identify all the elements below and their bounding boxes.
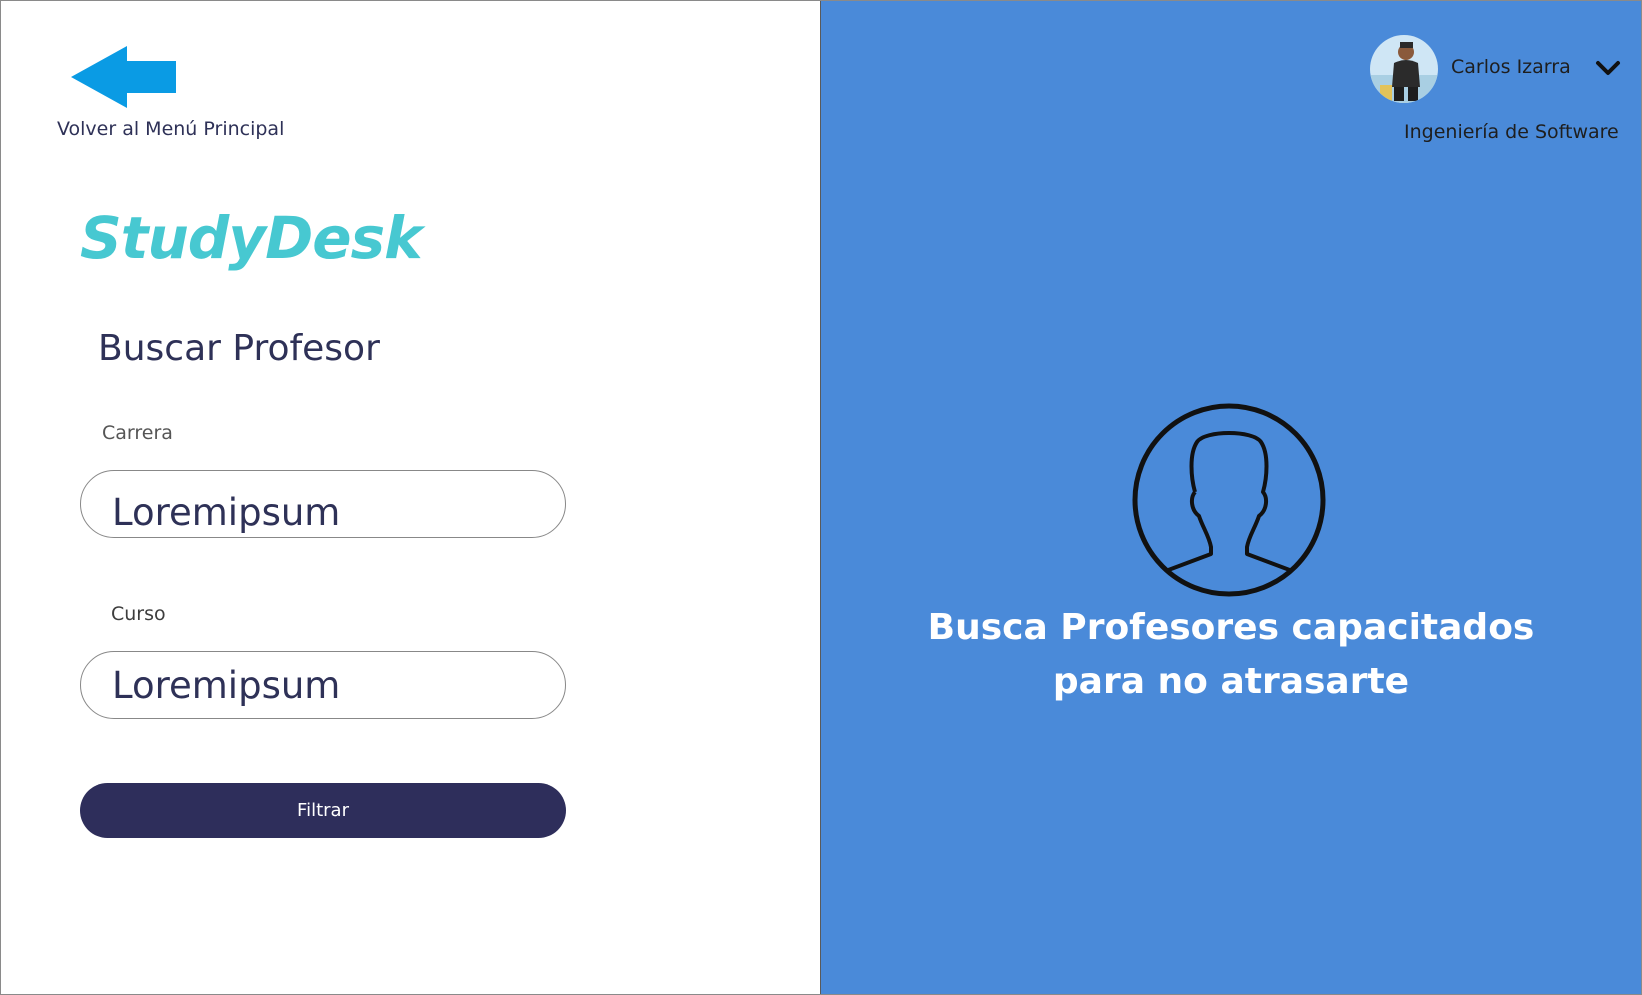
career-label: Carrera: [102, 422, 173, 444]
promo-tagline-line-2: para no atrasarte: [1052, 661, 1410, 702]
brand-logo: StudyDesk: [80, 204, 423, 272]
user-circle-icon: [1132, 403, 1326, 597]
user-photo: [1370, 35, 1438, 103]
promo-panel: Carlos Izarra Ingeniería de Software Bus…: [820, 1, 1641, 994]
user-program: Ingeniería de Software: [1404, 121, 1619, 143]
user-name[interactable]: Carlos Izarra: [1451, 56, 1571, 78]
arrow-left-icon[interactable]: [71, 46, 183, 108]
user-avatar[interactable]: [1370, 35, 1438, 103]
filter-button[interactable]: Filtrar: [80, 783, 566, 838]
course-field[interactable]: [80, 651, 566, 719]
back-to-main-menu-link[interactable]: Volver al Menú Principal: [57, 118, 284, 140]
search-panel: Volver al Menú Principal StudyDesk Busca…: [1, 1, 820, 994]
course-label: Curso: [111, 603, 166, 625]
promo-tagline-line-1: Busca Profesores capacitados: [927, 607, 1535, 648]
page-title: Buscar Profesor: [98, 328, 380, 369]
career-field[interactable]: [80, 470, 566, 538]
promo-tagline: Busca Profesores capacitados para no atr…: [881, 601, 1581, 709]
chevron-down-icon[interactable]: [1595, 59, 1621, 77]
